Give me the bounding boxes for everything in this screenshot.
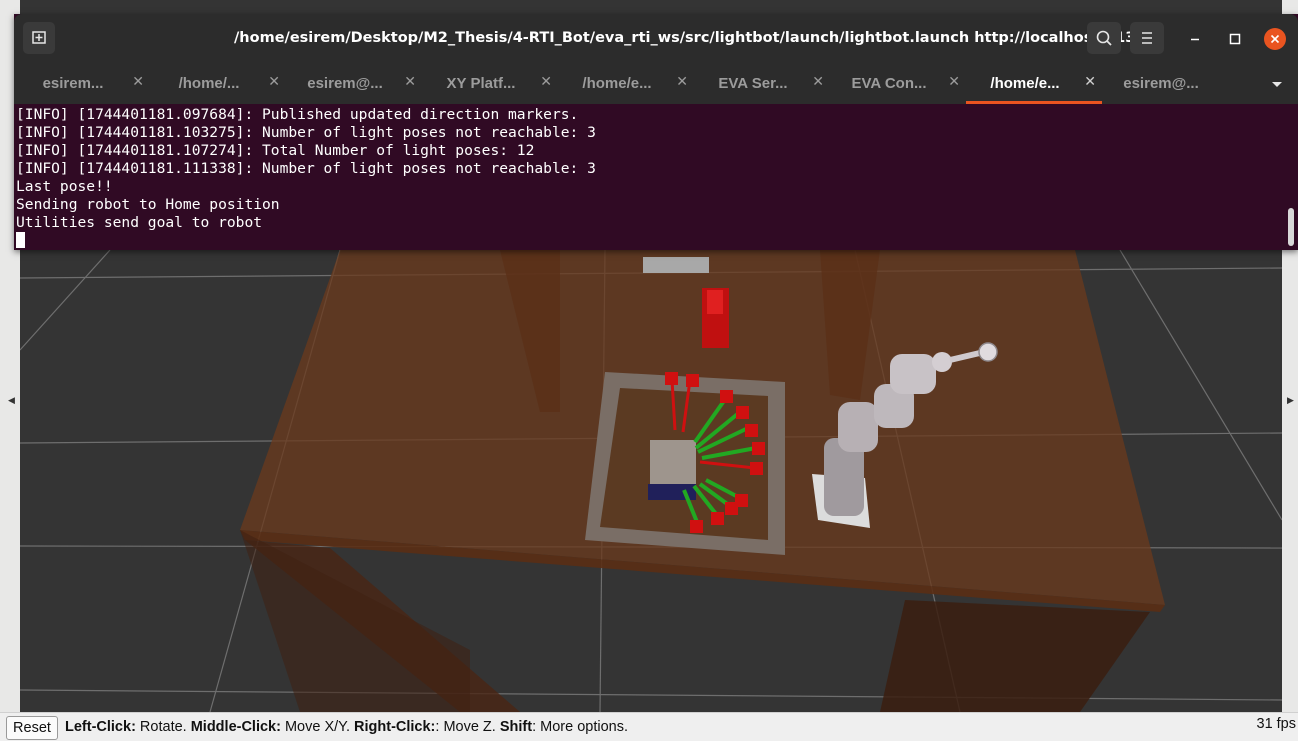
close-button[interactable] xyxy=(1264,28,1286,50)
terminal-tab[interactable]: esirem@... xyxy=(1102,64,1238,104)
rviz-status-bar: Reset Left-Click: Rotate. Middle-Click: … xyxy=(0,712,1298,741)
terminal-tab[interactable]: EVA Ser... ✕ xyxy=(694,64,830,104)
terminal-window[interactable]: /home/esirem/Desktop/M2_Thesis/4-RTI_Bot… xyxy=(14,14,1298,250)
tab-label: esirem... xyxy=(42,75,104,92)
text-cursor xyxy=(16,232,25,248)
hamburger-menu-icon xyxy=(1142,32,1152,44)
terminal-line: Last pose!! xyxy=(16,178,113,195)
terminal-line: [INFO] [1744401181.111338]: Number of li… xyxy=(16,160,596,177)
tab-close-icon[interactable]: ✕ xyxy=(540,74,552,90)
hint-key: Right-Click: xyxy=(354,719,436,735)
tab-close-icon[interactable]: ✕ xyxy=(132,74,144,90)
terminal-prompt-line[interactable] xyxy=(16,232,1282,251)
tab-list-chevron-icon xyxy=(1272,82,1282,87)
minimize-icon xyxy=(1191,38,1199,41)
search-icon xyxy=(1096,30,1112,46)
fps-counter: 31 fps xyxy=(1256,716,1297,732)
maximize-button[interactable] xyxy=(1224,28,1246,50)
terminal-tab[interactable]: /home/... ✕ xyxy=(150,64,286,104)
chevron-left-icon: ◀ xyxy=(8,396,15,406)
tab-close-icon[interactable]: ✕ xyxy=(676,74,688,90)
terminal-output[interactable]: [INFO] [1744401181.097684]: Published up… xyxy=(16,106,1282,250)
tab-label: /home/e... xyxy=(990,75,1060,92)
tab-close-icon[interactable]: ✕ xyxy=(948,74,960,90)
terminal-tab[interactable]: esirem@... ✕ xyxy=(286,64,422,104)
terminal-title: /home/esirem/Desktop/M2_Thesis/4-RTI_Bot… xyxy=(234,30,1156,46)
hint-key: Shift xyxy=(499,719,533,735)
terminal-tab[interactable]: EVA Con... ✕ xyxy=(830,64,966,104)
hint-action: : Move Z. xyxy=(435,719,500,735)
search-button[interactable] xyxy=(1087,22,1121,54)
main-menu-button[interactable] xyxy=(1130,22,1164,54)
new-tab-button[interactable] xyxy=(23,22,55,54)
tab-close-icon[interactable]: ✕ xyxy=(268,74,280,90)
terminal-tab[interactable]: /home/e... ✕ xyxy=(558,64,694,104)
tab-label: EVA Con... xyxy=(851,75,927,92)
terminal-scrollbar[interactable] xyxy=(1288,208,1294,246)
hint-action: Move X/Y. xyxy=(280,719,355,735)
reset-view-button[interactable]: Reset xyxy=(6,716,58,740)
tab-close-icon[interactable]: ✕ xyxy=(812,74,824,90)
tab-label: /home/e... xyxy=(582,75,652,92)
terminal-line: Sending robot to Home position xyxy=(16,196,280,213)
terminal-tab-bar: esirem... ✕ /home/... ✕ esirem@... ✕ XY … xyxy=(14,64,1298,104)
terminal-tab[interactable]: XY Platf... ✕ xyxy=(422,64,558,104)
tab-label: esirem@... xyxy=(307,75,383,92)
tab-label: /home/... xyxy=(178,75,240,92)
tab-close-icon[interactable]: ✕ xyxy=(1084,74,1096,90)
chevron-right-icon: ▶ xyxy=(1287,396,1294,406)
terminal-line: [INFO] [1744401181.107274]: Total Number… xyxy=(16,142,535,159)
terminal-line: Utilities send goal to robot xyxy=(16,214,263,231)
close-icon xyxy=(1270,34,1280,44)
hint-key: Middle-Click: xyxy=(190,719,281,735)
terminal-titlebar[interactable]: /home/esirem/Desktop/M2_Thesis/4-RTI_Bot… xyxy=(14,14,1298,64)
minimize-button[interactable] xyxy=(1184,28,1206,50)
tab-close-icon[interactable]: ✕ xyxy=(404,74,416,90)
terminal-line: [INFO] [1744401181.097684]: Published up… xyxy=(16,106,579,123)
hint-key: Left-Click: xyxy=(65,719,136,735)
tab-list-button[interactable] xyxy=(1268,76,1286,94)
terminal-tab[interactable]: esirem... ✕ xyxy=(14,64,150,104)
hint-action: : More options. xyxy=(532,719,628,735)
new-tab-icon xyxy=(32,31,46,44)
tab-label: XY Platf... xyxy=(446,75,516,92)
hint-action: Rotate. xyxy=(135,719,191,735)
terminal-line: [INFO] [1744401181.103275]: Number of li… xyxy=(16,124,596,141)
tab-label: esirem@... xyxy=(1123,75,1199,92)
mouse-controls-hint: Left-Click: Rotate. Middle-Click: Move X… xyxy=(65,719,628,735)
tab-label: EVA Ser... xyxy=(718,75,788,92)
maximize-icon xyxy=(1229,33,1241,45)
terminal-tab-active[interactable]: /home/e... ✕ xyxy=(966,64,1102,104)
